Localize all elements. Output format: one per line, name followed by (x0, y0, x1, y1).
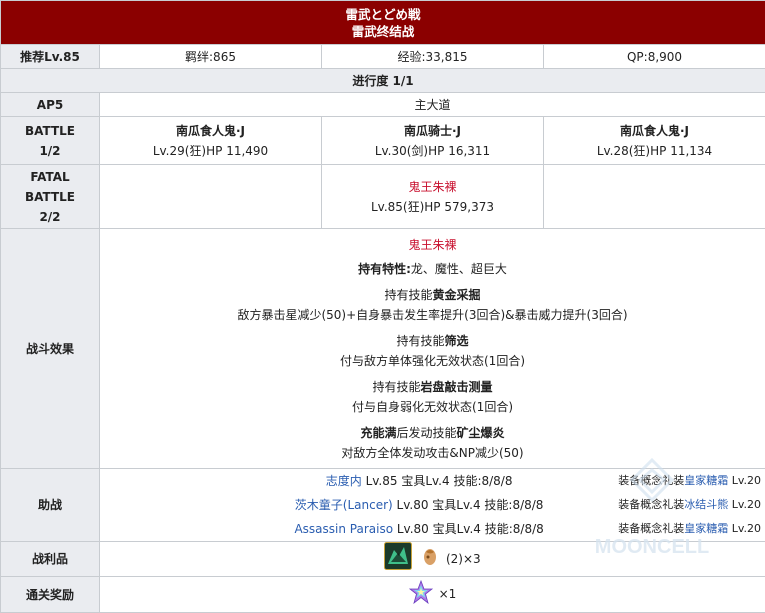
support-ce-link[interactable]: 皇家糖霜 (684, 522, 728, 535)
craft-essence-drop-icon[interactable] (384, 542, 412, 576)
exp-value: 经验:33,815 (322, 45, 544, 69)
reward-label: 通关奖励 (1, 577, 100, 613)
quest-title-cn: 雷武终结战 (1, 23, 765, 40)
battle1-enemy-2[interactable]: 南瓜骑士·J Lv.30(剑)HP 16,311 (322, 117, 544, 165)
battle1-enemy-3[interactable]: 南瓜食人鬼·J Lv.28(狂)HP 11,134 (544, 117, 765, 165)
skill1-desc: 敌方暴击星减少(50)+自身暴击发生率提升(3回合)&暴击威力提升(3回合) (100, 305, 765, 325)
support-ce-link[interactable]: 冰结斗熊 (684, 498, 728, 511)
battle2-empty-left (100, 165, 322, 229)
enemy-stats: Lv.29(狂)HP 11,490 (100, 141, 321, 161)
skill4-desc: 对敌方全体发动攻击&NP减少(50) (100, 443, 765, 463)
quest-location: 主大道 (100, 93, 765, 117)
battle1-enemy-1[interactable]: 南瓜食人鬼·J Lv.29(狂)HP 11,490 (100, 117, 322, 165)
reward-count: ×1 (439, 587, 457, 601)
skill2-title: 持有技能筛选 (100, 331, 765, 351)
battle2-empty-right (544, 165, 765, 229)
support-servant-link[interactable]: Assassin Paraiso (294, 522, 393, 536)
effects-label: 战斗效果 (1, 229, 100, 469)
recommended-level: 推荐Lv.85 (1, 45, 100, 69)
drops-label: 战利品 (1, 542, 100, 577)
reward-row: ×1 (100, 577, 765, 613)
skill4-title: 充能满后发动技能矿尘爆炎 (100, 423, 765, 443)
qp-value: QP:8,900 (544, 45, 765, 69)
support-servant-link[interactable]: 志度内 (326, 474, 362, 488)
ap-cost: AP5 (1, 93, 100, 117)
support-list: 志度内 Lv.85 宝具Lv.4 技能:8/8/8 装备概念礼装皇家糖霜 Lv.… (100, 469, 765, 542)
support-ce-link[interactable]: 皇家糖霜 (684, 474, 728, 487)
support-label: 助战 (1, 469, 100, 542)
support-row-2: 茨木童子(Lancer) Lv.80 宝具Lv.4 技能:8/8/8 装备概念礼… (100, 493, 765, 517)
battle2-label: FATAL BATTLE 2/2 (1, 165, 100, 229)
skill3-desc: 付与自身弱化无效状态(1回合) (100, 397, 765, 417)
support-row-1: 志度内 Lv.85 宝具Lv.4 技能:8/8/8 装备概念礼装皇家糖霜 Lv.… (100, 469, 765, 493)
battle2-boss[interactable]: 鬼王朱裸 Lv.85(狂)HP 579,373 (322, 165, 544, 229)
battle1-label: BATTLE 1/2 (1, 117, 100, 165)
enemy-name: 南瓜食人鬼·J (544, 121, 765, 141)
bond-value: 羁绊:865 (100, 45, 322, 69)
enemy-name: 南瓜食人鬼·J (100, 121, 321, 141)
drop-count: (2)×3 (446, 552, 481, 566)
boss-stats: Lv.85(狂)HP 579,373 (322, 197, 543, 217)
traits-line: 持有特性:龙、魔性、超巨大 (100, 259, 765, 279)
support-row-3: Assassin Paraiso Lv.80 宝具Lv.4 技能:8/8/8 装… (100, 517, 765, 541)
battle-effects: 鬼王朱裸 持有特性:龙、魔性、超巨大 持有技能黄金采掘 敌方暴击星减少(50)+… (100, 229, 765, 469)
drops-row: (2)×3 (100, 542, 765, 577)
quest-table: 雷武とどめ戦 雷武终结战 推荐Lv.85 羁绊:865 经验:33,815 QP… (0, 0, 765, 613)
effects-boss-name[interactable]: 鬼王朱裸 (100, 235, 765, 255)
skill1-title: 持有技能黄金采掘 (100, 285, 765, 305)
enemy-stats: Lv.30(剑)HP 16,311 (322, 141, 543, 161)
material-drop-icon[interactable] (422, 545, 438, 573)
support-servant-link[interactable]: 茨木童子(Lancer) (295, 498, 393, 512)
enemy-stats: Lv.28(狂)HP 11,134 (544, 141, 765, 161)
enemy-name: 南瓜骑士·J (322, 121, 543, 141)
skill2-desc: 付与敌方单体强化无效状态(1回合) (100, 351, 765, 371)
quest-header: 雷武とどめ戦 雷武终结战 (1, 1, 765, 45)
skill3-title: 持有技能岩盘敲击测量 (100, 377, 765, 397)
saint-quartz-icon[interactable] (409, 580, 433, 610)
quest-title-jp: 雷武とどめ戦 (1, 6, 765, 23)
progress-row: 进行度 1/1 (1, 69, 765, 93)
boss-name[interactable]: 鬼王朱裸 (322, 177, 543, 197)
